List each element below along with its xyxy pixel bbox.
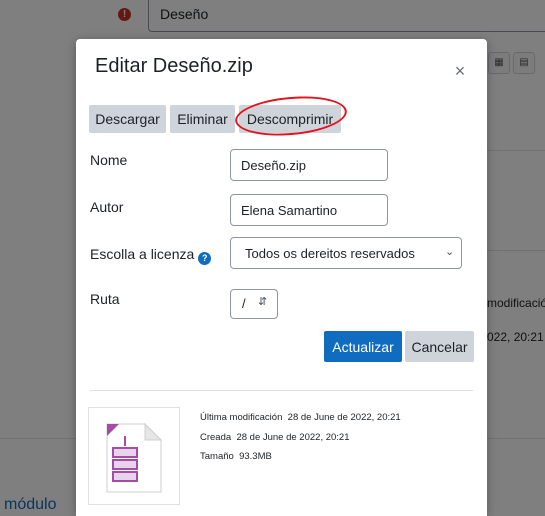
created-value: 28 de June de 2022, 20:21 (236, 432, 350, 443)
modified-info: Última modificación 28 de June de 2022, … (200, 412, 401, 423)
dialog-title: Editar Deseño.zip (95, 55, 253, 77)
created-label: Creada (200, 432, 232, 443)
size-value: 93.3MB (239, 451, 272, 462)
delete-button[interactable]: Eliminar (170, 105, 235, 133)
path-select[interactable]: / ⇵ (230, 289, 278, 319)
created-info: Creada 28 de June de 2022, 20:21 (200, 432, 350, 443)
license-label-text: Escolla a licenza (90, 246, 195, 262)
license-label: Escolla a licenza? (90, 246, 212, 265)
path-selected-value: / (242, 296, 246, 311)
cancel-button[interactable]: Cancelar (405, 331, 474, 362)
modified-value: 28 de June de 2022, 20:21 (287, 412, 401, 423)
help-icon[interactable]: ? (198, 252, 212, 265)
modified-label: Última modificación (200, 412, 283, 423)
license-select[interactable]: Todos os dereitos reservados ⌄ (230, 237, 462, 269)
path-label: Ruta (90, 291, 120, 307)
file-thumbnail (88, 407, 180, 505)
name-label: Nome (90, 152, 128, 168)
name-input[interactable] (230, 149, 388, 181)
size-info: Tamaño 93.3MB (200, 451, 272, 462)
chevron-down-icon: ⌄ (445, 246, 455, 258)
close-icon[interactable]: × (450, 61, 470, 81)
download-button[interactable]: Descargar (89, 105, 166, 133)
up-down-icon: ⇵ (258, 296, 268, 308)
edit-file-dialog: Editar Deseño.zip × Descargar Eliminar D… (76, 39, 487, 516)
zip-file-icon (106, 422, 163, 493)
author-label: Autor (90, 199, 124, 215)
license-selected-value: Todos os dereitos reservados (245, 246, 415, 261)
author-input[interactable] (230, 194, 388, 226)
unzip-button[interactable]: Descomprimir (239, 105, 341, 133)
update-button[interactable]: Actualizar (324, 331, 402, 362)
dialog-divider (90, 390, 473, 391)
dialog-header: Editar Deseño.zip × (76, 39, 487, 97)
size-label: Tamaño (200, 451, 234, 462)
